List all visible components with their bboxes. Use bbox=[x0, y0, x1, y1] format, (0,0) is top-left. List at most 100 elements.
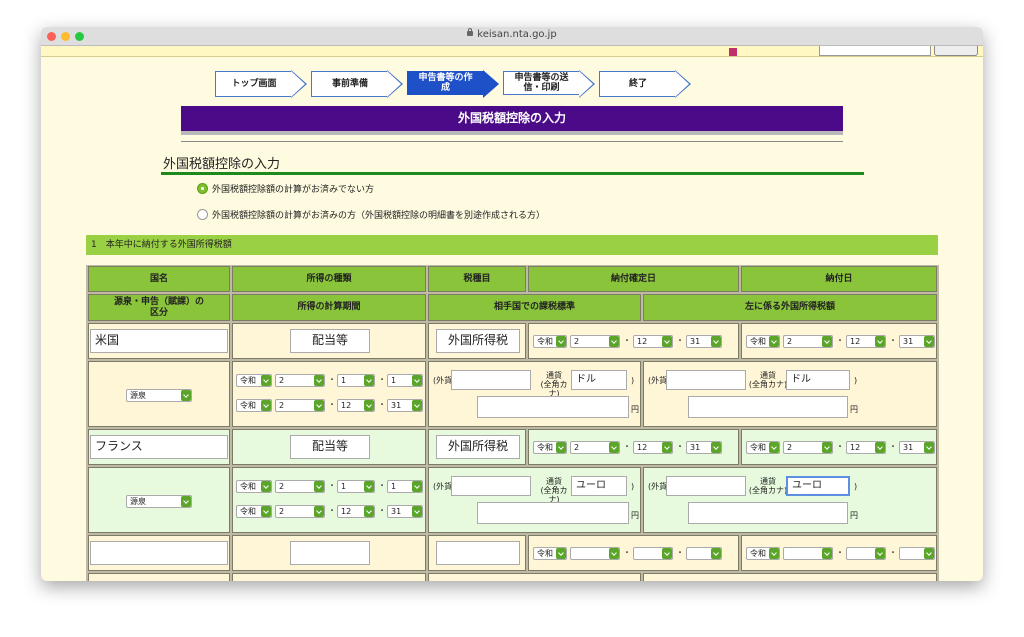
income-type-input[interactable]: 配当等 bbox=[290, 329, 370, 353]
step-prepare[interactable]: 事前準備 bbox=[311, 70, 403, 98]
step-create[interactable]: 申告書等の作成 bbox=[407, 70, 499, 98]
help-icon[interactable] bbox=[729, 48, 737, 56]
radio-selected-icon[interactable] bbox=[197, 183, 208, 194]
chevron-down-icon bbox=[412, 506, 422, 517]
foreign-amount-input[interactable] bbox=[451, 370, 531, 390]
month-select[interactable]: 1 bbox=[337, 480, 375, 493]
site-search-input[interactable] bbox=[819, 46, 931, 56]
step-send-print[interactable]: 申告書等の送信・印刷 bbox=[503, 70, 595, 98]
foreign-amount-input[interactable] bbox=[451, 476, 531, 496]
currency-input-focused[interactable]: ユーロ bbox=[786, 476, 850, 496]
era-select[interactable]: 令和 bbox=[533, 547, 567, 560]
header-tax-base: 相手国での課税標準 bbox=[428, 294, 641, 321]
era-select[interactable]: 令和 bbox=[533, 441, 567, 454]
year-select[interactable]: 2 bbox=[275, 399, 325, 412]
day-select[interactable]: 1 bbox=[387, 374, 423, 387]
chevron-down-icon bbox=[412, 481, 422, 492]
radio-calculated[interactable]: 外国税額控除額の計算がお済みの方（外国税額控除の明細書を別途作成される方） bbox=[197, 208, 545, 221]
month-select[interactable]: 12 bbox=[846, 441, 886, 454]
day-select[interactable]: 31 bbox=[899, 441, 935, 454]
day-value: 1 bbox=[391, 482, 397, 491]
yen-tax-input[interactable] bbox=[688, 502, 848, 524]
era-select[interactable]: 令和 bbox=[533, 335, 567, 348]
era-select[interactable]: 令和 bbox=[746, 547, 780, 560]
country-input[interactable]: フランス bbox=[90, 435, 228, 459]
chevron-down-icon bbox=[556, 442, 566, 453]
currency-input[interactable]: ユーロ bbox=[571, 476, 627, 496]
year-select[interactable]: 2 bbox=[783, 335, 833, 348]
chevron-down-icon bbox=[609, 336, 619, 347]
month-select[interactable]: 12 bbox=[337, 505, 375, 518]
day-select[interactable]: 31 bbox=[899, 335, 935, 348]
chevron-down-icon bbox=[412, 375, 422, 386]
section-band: 1 本年中に納付する外国所得税額 bbox=[86, 235, 938, 255]
day-select[interactable] bbox=[686, 547, 722, 560]
era-select[interactable]: 令和 bbox=[236, 399, 272, 412]
month-select[interactable]: 12 bbox=[633, 441, 673, 454]
address-bar[interactable]: keisan.nta.go.jp bbox=[41, 28, 983, 40]
date-separator: ・ bbox=[676, 548, 684, 557]
tax-type-input[interactable] bbox=[436, 541, 520, 565]
chevron-down-icon bbox=[662, 442, 672, 453]
year-select[interactable]: 2 bbox=[275, 480, 325, 493]
year-select[interactable]: 2 bbox=[275, 505, 325, 518]
yen-amount-input[interactable] bbox=[477, 396, 629, 418]
month-select[interactable]: 1 bbox=[337, 374, 375, 387]
day-select[interactable]: 1 bbox=[387, 480, 423, 493]
tax-type-input[interactable]: 外国所得税 bbox=[436, 329, 520, 353]
yen-tax-input[interactable] bbox=[688, 396, 848, 418]
site-search-button[interactable] bbox=[934, 46, 978, 56]
day-select[interactable] bbox=[899, 547, 935, 560]
chevron-down-icon bbox=[822, 442, 832, 453]
day-select[interactable]: 31 bbox=[686, 441, 722, 454]
url-text: keisan.nta.go.jp bbox=[477, 29, 557, 40]
day-value: 31 bbox=[391, 401, 402, 410]
year-select[interactable]: 2 bbox=[570, 335, 620, 348]
step-top[interactable]: トップ画面 bbox=[215, 70, 307, 98]
month-select[interactable] bbox=[846, 547, 886, 560]
currency-input[interactable]: ドル bbox=[571, 370, 627, 390]
era-select[interactable]: 令和 bbox=[236, 505, 272, 518]
radio-not-calculated[interactable]: 外国税額控除額の計算がお済みでない方 bbox=[197, 182, 374, 195]
date-separator: ・ bbox=[889, 336, 897, 345]
month-select[interactable]: 12 bbox=[633, 335, 673, 348]
chevron-down-icon bbox=[822, 336, 832, 347]
yen-amount-input[interactable] bbox=[477, 502, 629, 524]
country-input[interactable] bbox=[90, 541, 228, 565]
era-select[interactable]: 令和 bbox=[746, 441, 780, 454]
tax-base-cell: (外貨 通貨 (全角カナ) ドル ) 円 bbox=[428, 361, 641, 427]
foreign-tax-cell: (外貨 通貨 (全角カナ) ドル ) 円 bbox=[643, 361, 937, 427]
day-select[interactable]: 31 bbox=[686, 335, 722, 348]
currency-input[interactable]: ドル bbox=[786, 370, 850, 390]
year-select[interactable]: 2 bbox=[570, 441, 620, 454]
income-type-input[interactable]: 配当等 bbox=[290, 435, 370, 459]
division-select[interactable]: 源泉 bbox=[126, 495, 192, 508]
month-select[interactable] bbox=[633, 547, 673, 560]
income-type-input[interactable] bbox=[290, 541, 370, 565]
day-select[interactable]: 31 bbox=[387, 399, 423, 412]
page-title-shadow bbox=[181, 131, 843, 135]
income-type-cell: 配当等 bbox=[232, 323, 426, 359]
tax-type-input[interactable]: 外国所得税 bbox=[436, 435, 520, 459]
year-select[interactable] bbox=[570, 547, 620, 560]
month-select[interactable]: 12 bbox=[337, 399, 375, 412]
year-value: 2 bbox=[279, 507, 285, 516]
step-finish[interactable]: 終了 bbox=[599, 70, 691, 98]
year-value: 2 bbox=[574, 443, 580, 452]
day-select[interactable]: 31 bbox=[387, 505, 423, 518]
year-select[interactable]: 2 bbox=[275, 374, 325, 387]
division-select[interactable]: 源泉 bbox=[126, 389, 192, 402]
radio-unselected-icon[interactable] bbox=[197, 209, 208, 220]
era-select[interactable]: 令和 bbox=[236, 480, 272, 493]
era-value: 令和 bbox=[240, 376, 256, 385]
foreign-label: (外貨 bbox=[433, 376, 453, 385]
foreign-tax-amount-input[interactable] bbox=[666, 476, 746, 496]
foreign-tax-amount-input[interactable] bbox=[666, 370, 746, 390]
month-select[interactable]: 12 bbox=[846, 335, 886, 348]
pay-date-cell: 令和 2 ・ 12 ・ 31 bbox=[741, 429, 937, 465]
era-select[interactable]: 令和 bbox=[746, 335, 780, 348]
year-select[interactable] bbox=[783, 547, 833, 560]
era-select[interactable]: 令和 bbox=[236, 374, 272, 387]
country-input[interactable]: 米国 bbox=[90, 329, 228, 353]
year-select[interactable]: 2 bbox=[783, 441, 833, 454]
